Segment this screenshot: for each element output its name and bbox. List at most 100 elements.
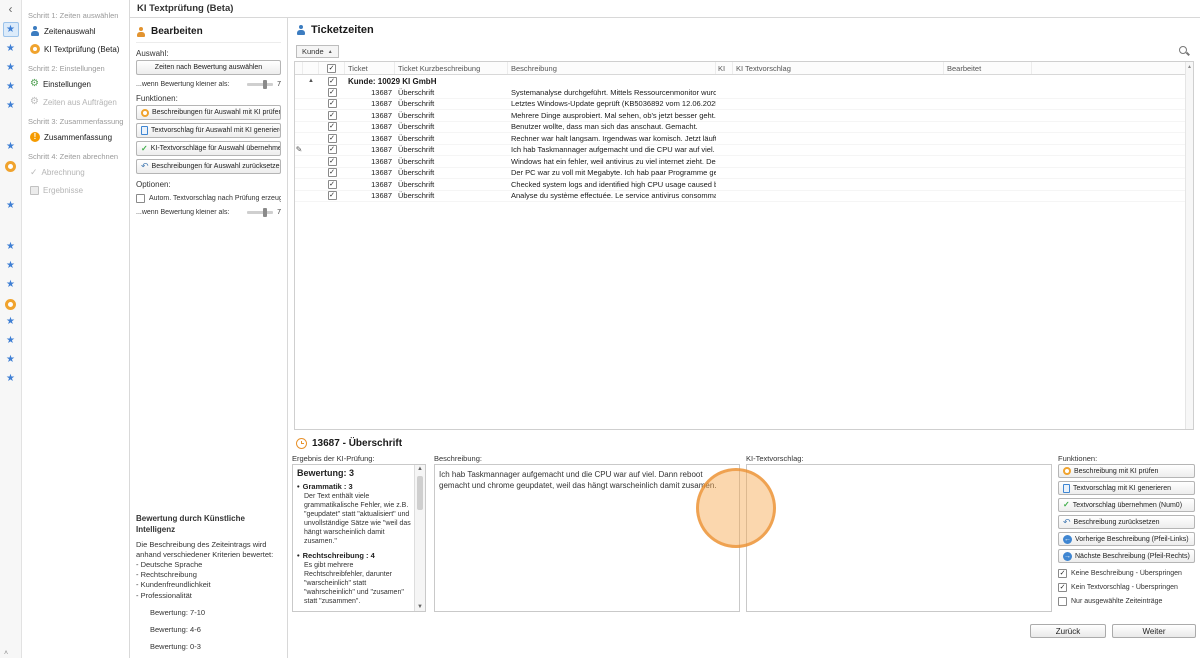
row-checkbox[interactable]: ✓ — [328, 134, 337, 143]
textvorschlag-generieren-auswahl-button[interactable]: Textvorschlag für Auswahl mit KI generie… — [136, 123, 281, 138]
favorite-star-icon[interactable]: ★ — [3, 371, 19, 386]
row-checkbox[interactable]: ✓ — [328, 88, 337, 97]
ki-module-icon[interactable] — [5, 299, 16, 310]
apply-icon: ✓ — [141, 145, 148, 153]
favorite-star-icon[interactable]: ★ — [3, 41, 19, 56]
table-row[interactable]: ✓ 13687 Überschrift Benutzer wollte, das… — [295, 122, 1193, 134]
table-row[interactable]: ✓ 13687 Überschrift Der PC war zu voll m… — [295, 168, 1193, 180]
favorite-star-icon[interactable]: ★ — [3, 277, 19, 292]
row-checkbox[interactable]: ✓ — [328, 111, 337, 120]
column-header-bearbeitet[interactable]: Bearbeitet — [944, 62, 1032, 74]
zurueck-button[interactable]: Zurück — [1030, 624, 1106, 638]
ki-rating-icon — [136, 625, 145, 634]
tab-ki-textpruefung[interactable]: KI Textprüfung (Beta) — [130, 0, 1200, 18]
favorite-star-icon[interactable]: ★ — [3, 198, 19, 213]
kein-textvorschlag-checkbox[interactable]: ✓ Kein Textvorschlag - Überspringen — [1058, 583, 1195, 592]
bewertung-slider-2[interactable] — [247, 211, 273, 214]
favorite-star-icon[interactable]: ★ — [3, 258, 19, 273]
favorite-star-icon[interactable]: ★ — [3, 22, 19, 37]
table-row[interactable]: ✓ 13687 Überschrift Letztes Windows-Upda… — [295, 99, 1193, 111]
table-row[interactable]: ✓ 13687 Überschrift Systemanalyse durchg… — [295, 87, 1193, 99]
row-checkbox[interactable]: ✓ — [328, 145, 337, 154]
column-header-ki-textvorschlag[interactable]: KI Textvorschlag — [733, 62, 944, 74]
beschreibung-label: Beschreibung: — [434, 454, 482, 463]
checkbox[interactable]: ✓ — [1058, 583, 1067, 592]
ki-rating-icon — [358, 469, 367, 478]
favorite-star-icon[interactable]: ★ — [3, 239, 19, 254]
cell-kurzbeschreibung: Überschrift — [395, 99, 508, 108]
weiter-button[interactable]: Weiter — [1112, 624, 1196, 638]
row-checkbox[interactable]: ✓ — [328, 168, 337, 177]
sidebar-item-einstellungen[interactable]: ⚙ Einstellungen — [26, 75, 125, 93]
scrollbar-thumb[interactable] — [417, 476, 423, 510]
slider-thumb[interactable] — [263, 208, 267, 217]
keine-beschreibung-checkbox[interactable]: ✓ Keine Beschreibung - Überspringen — [1058, 569, 1195, 578]
beschreibung-textarea[interactable]: Ich hab Taskmannager aufgemacht und die … — [434, 464, 740, 612]
beschreibung-zuruecksetzen-button[interactable]: ↶ Beschreibung zurücksetzen — [1058, 515, 1195, 529]
bewertung-slider[interactable] — [247, 83, 273, 86]
favorite-star-icon[interactable]: ★ — [3, 98, 19, 113]
legend-red: Bewertung: 0-3 — [136, 642, 281, 652]
result-scrollbar[interactable]: ▲ ▼ — [414, 465, 425, 611]
collapse-panel-icon[interactable]: ‹ — [9, 2, 13, 18]
table-row[interactable]: ✓ 13687 Überschrift Rechner war halt lan… — [295, 133, 1193, 145]
vorherige-beschreibung-button[interactable]: ← Vorherige Beschreibung (Pfeil-Links) — [1058, 532, 1195, 546]
row-checkbox[interactable]: ✓ — [328, 180, 337, 189]
table-row[interactable]: ✓ 13687 Überschrift Mehrere Dinge auspro… — [295, 110, 1193, 122]
column-header-kurzbeschreibung[interactable]: Ticket Kurzbeschreibung — [395, 62, 508, 74]
row-checkbox[interactable]: ✓ — [328, 122, 337, 131]
textvorschlag-uebernehmen-button[interactable]: ✓ Textvorschlag übernehmen (Num0) — [1058, 498, 1195, 512]
naechste-beschreibung-button[interactable]: → Nächste Beschreibung (Pfeil-Rechts) — [1058, 549, 1195, 563]
table-row[interactable]: ✓ 13687 Überschrift Windows hat ein fehl… — [295, 156, 1193, 168]
checkbox[interactable]: ✓ — [1058, 569, 1067, 578]
table-row-selected[interactable]: ✎ ✓ 13687 Überschrift Ich hab Taskmannag… — [295, 145, 1193, 157]
pruefen-auswahl-button[interactable]: Beschreibungen für Auswahl mit KI prüfen — [136, 105, 281, 120]
row-checkbox[interactable]: ✓ — [328, 157, 337, 166]
search-icon[interactable] — [1178, 45, 1190, 57]
favorite-star-icon[interactable]: ★ — [3, 79, 19, 94]
group-row-kunde[interactable]: ▲ ✓ Kunde: 10029 KI GmbH — [295, 75, 1193, 87]
gear-icon: ⚙ — [30, 79, 39, 89]
zeiten-nach-bewertung-button[interactable]: Zeiten nach Bewertung auswählen — [136, 60, 281, 75]
cell-kurzbeschreibung: Überschrift — [395, 191, 508, 200]
column-header-beschreibung[interactable]: Beschreibung — [508, 62, 716, 74]
cell-beschreibung: Mehrere Dinge ausprobiert. Mal sehen, ob… — [508, 111, 716, 120]
vorschlaege-uebernehmen-auswahl-button[interactable]: ✓ KI-Textvorschläge für Auswahl übernehm… — [136, 141, 281, 156]
group-checkbox[interactable]: ✓ — [328, 77, 337, 86]
checkbox[interactable] — [1058, 597, 1067, 606]
favorite-star-icon[interactable]: ★ — [3, 333, 19, 348]
sidebar-item-zeiten-aus-auftraegen[interactable]: ⚙ Zeiten aus Aufträgen — [26, 93, 125, 111]
auswahl-label: Auswahl: — [136, 49, 281, 58]
checkbox[interactable] — [136, 194, 145, 203]
favorite-star-icon[interactable]: ★ — [3, 60, 19, 75]
select-all-checkbox[interactable]: ✓ — [327, 64, 336, 73]
favorite-star-icon[interactable]: ★ — [3, 314, 19, 329]
sidebar-item-zeitenauswahl[interactable]: Zeitenauswahl — [26, 22, 125, 40]
column-header-ticket[interactable]: Ticket — [345, 62, 395, 74]
auto-textvorschlag-checkbox[interactable]: Autom. Textvorschlag nach Prüfung erzeug… — [136, 194, 281, 203]
row-checkbox[interactable]: ✓ — [328, 99, 337, 108]
table-row[interactable]: ✓ 13687 Überschrift Checked system logs … — [295, 179, 1193, 191]
group-by-kunde-chip[interactable]: Kunde ▲ — [296, 45, 339, 58]
sidebar-item-ki-textpruefung[interactable]: KI Textprüfung (Beta) — [26, 40, 125, 58]
sidebar-item-ergebnisse[interactable]: Ergebnisse — [26, 182, 125, 199]
favorite-star-icon[interactable]: ★ — [3, 352, 19, 367]
scroll-up-icon[interactable]: ˄ — [4, 650, 8, 657]
ki-module-icon[interactable] — [5, 161, 16, 172]
beschreibung-pruefen-button[interactable]: Beschreibung mit KI prüfen — [1058, 464, 1195, 478]
slider-thumb[interactable] — [263, 80, 267, 89]
beschreibungen-zuruecksetzen-auswahl-button[interactable]: ↶ Beschreibungen für Auswahl zurücksetze… — [136, 159, 281, 174]
row-checkbox[interactable]: ✓ — [328, 191, 337, 200]
nur-ausgewaehlte-checkbox[interactable]: Nur ausgewählte Zeiteinträge — [1058, 597, 1195, 606]
favorite-star-icon[interactable]: ★ — [3, 139, 19, 154]
textvorschlag-generieren-button[interactable]: Textvorschlag mit KI generieren — [1058, 481, 1195, 495]
column-header-ki[interactable]: KI — [716, 62, 733, 74]
result-section: •Grammatik : 3 Der Text enthält viele gr… — [297, 482, 411, 547]
collapse-group-icon[interactable]: ▲ — [308, 78, 314, 84]
sidebar-item-zusammenfassung[interactable]: ! Zusammenfassung — [26, 128, 125, 146]
table-row[interactable]: ✓ 13687 Überschrift Analyse du système e… — [295, 191, 1193, 203]
sidebar-item-abrechnung[interactable]: ✓ Abrechnung — [26, 163, 125, 182]
table-scrollbar[interactable]: ▲ — [1185, 62, 1193, 429]
ki-textvorschlag-textarea[interactable] — [746, 464, 1052, 612]
cell-ticket: 13687 — [345, 157, 395, 166]
